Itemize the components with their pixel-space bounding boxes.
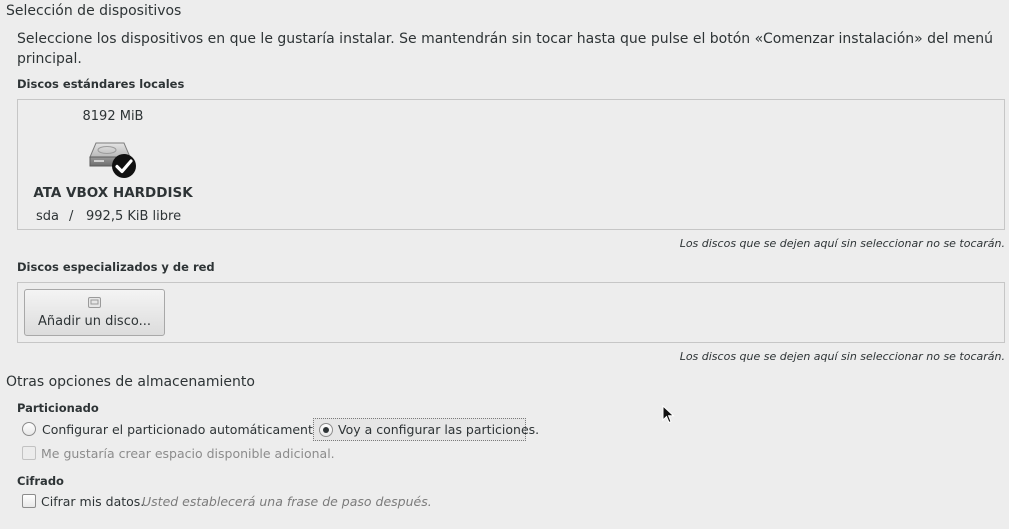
auto-partitioning-radio[interactable]: [22, 422, 36, 436]
disk-device: sda: [36, 209, 59, 224]
harddisk-icon: [87, 137, 139, 181]
encrypt-label: Cifrar mis datos.: [41, 494, 145, 509]
disk-add-icon: [88, 297, 101, 308]
local-disks-note: Los discos que se dejen aquí sin selecci…: [679, 237, 1005, 250]
section-description: Seleccione los dispositivos en que le gu…: [17, 31, 994, 67]
disk-tile-sda[interactable]: 8192 MiB ATA VBOX HARDDISK sda / 992,5 K…: [20, 104, 206, 226]
extra-space-option[interactable]: Me gustaría crear espacio disponible adi…: [20, 444, 335, 464]
add-disk-button[interactable]: Añadir un disco...: [24, 289, 165, 336]
disk-free-space: 992,5 KiB libre: [86, 209, 182, 224]
disk-size: 8192 MiB: [82, 109, 144, 124]
encryption-heading: Cifrado: [17, 474, 64, 488]
extra-space-label: Me gustaría crear espacio disponible adi…: [41, 446, 335, 461]
encrypt-hint: Usted establecerá una frase de paso desp…: [142, 494, 432, 509]
disk-name: ATA VBOX HARDDISK: [33, 185, 193, 201]
manual-partitioning-label: Voy a configurar las particiones.: [338, 422, 540, 437]
encrypt-checkbox[interactable]: [22, 494, 36, 508]
encrypt-option[interactable]: Cifrar mis datos. Usted establecerá una …: [20, 492, 432, 512]
manual-partitioning-option[interactable]: Voy a configurar las particiones.: [313, 418, 539, 441]
extra-space-checkbox[interactable]: [22, 446, 36, 460]
specialized-disks-panel: Añadir un disco...: [17, 282, 1005, 343]
add-disk-button-label: Añadir un disco...: [38, 314, 151, 329]
local-disks-panel: 8192 MiB ATA VBOX HARDDISK sda / 992,5 K…: [17, 99, 1005, 230]
disk-separator: /: [69, 209, 74, 224]
partitioning-heading: Particionado: [17, 401, 99, 415]
section-title: Selección de dispositivos: [6, 3, 182, 19]
auto-partitioning-option[interactable]: Configurar el particionado automáticamen…: [20, 420, 325, 440]
specialized-disks-heading: Discos especializados y de red: [17, 260, 215, 274]
mouse-pointer-icon: [662, 404, 676, 425]
auto-partitioning-label: Configurar el particionado automáticamen…: [42, 422, 325, 437]
specialized-disks-note: Los discos que se dejen aquí sin selecci…: [679, 350, 1005, 363]
other-options-title: Otras opciones de almacenamiento: [6, 374, 255, 390]
checkmark-badge-icon: [111, 153, 137, 179]
manual-partitioning-radio[interactable]: [319, 423, 333, 437]
local-disks-heading: Discos estándares locales: [17, 77, 185, 91]
